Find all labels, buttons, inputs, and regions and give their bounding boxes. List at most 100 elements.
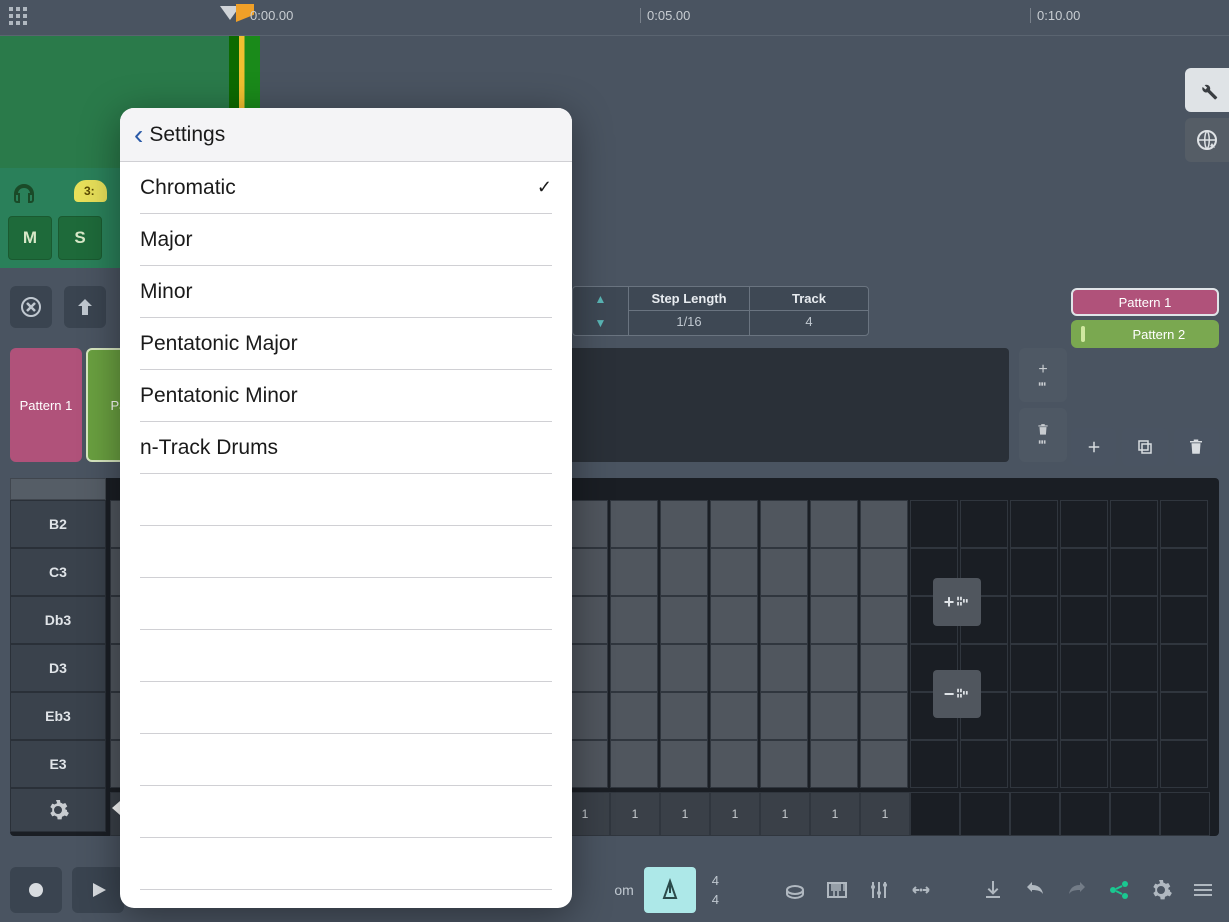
- add-button[interactable]: [1071, 428, 1116, 466]
- back-chevron-icon[interactable]: ‹: [134, 119, 143, 151]
- grid-footer-cell[interactable]: [960, 792, 1010, 836]
- grid-cell[interactable]: [1010, 596, 1058, 644]
- scale-option[interactable]: n-Track Drums: [140, 422, 552, 474]
- grid-cell[interactable]: [810, 644, 858, 692]
- grid-cell[interactable]: [710, 596, 758, 644]
- scale-option[interactable]: Pentatonic Major: [140, 318, 552, 370]
- grid-cell[interactable]: [910, 500, 958, 548]
- grid-cell[interactable]: [760, 500, 808, 548]
- grid-cell[interactable]: [610, 740, 658, 788]
- note-key[interactable]: Eb3: [10, 692, 106, 740]
- wrench-button[interactable]: [1185, 68, 1229, 112]
- settings-icon[interactable]: [1145, 878, 1177, 902]
- redo-icon[interactable]: [1061, 878, 1093, 902]
- zoom-out-button[interactable]: −: [933, 670, 981, 718]
- pattern-list-item[interactable]: Pattern 1: [1071, 288, 1219, 316]
- grid-cell[interactable]: [710, 692, 758, 740]
- grid-cell[interactable]: [960, 740, 1008, 788]
- grid-cell[interactable]: [1010, 548, 1058, 596]
- grid-footer-cell[interactable]: [910, 792, 960, 836]
- grid-icon[interactable]: [4, 2, 32, 30]
- grid-cell[interactable]: [610, 644, 658, 692]
- duplicate-button[interactable]: [1122, 428, 1167, 466]
- grid-cell[interactable]: [760, 644, 808, 692]
- grid-footer-cell[interactable]: 1: [760, 792, 810, 836]
- tempo-globe-button[interactable]: [1185, 118, 1229, 162]
- sequencer-settings-button[interactable]: [10, 788, 106, 832]
- grid-cell[interactable]: [1110, 548, 1158, 596]
- grid-cell[interactable]: [860, 740, 908, 788]
- grid-cell[interactable]: [1160, 692, 1208, 740]
- note-key[interactable]: C3: [10, 548, 106, 596]
- solo-button[interactable]: S: [58, 216, 102, 260]
- note-key[interactable]: D3: [10, 644, 106, 692]
- grid-cell[interactable]: [860, 644, 908, 692]
- grid-cell[interactable]: [610, 548, 658, 596]
- scale-option[interactable]: Pentatonic Minor: [140, 370, 552, 422]
- mixer-icon[interactable]: [863, 878, 895, 902]
- grid-footer-cell[interactable]: [1060, 792, 1110, 836]
- grid-cell[interactable]: [660, 548, 708, 596]
- grid-cell[interactable]: [610, 500, 658, 548]
- timeline-ruler[interactable]: 0:00.00 0:05.00 0:10.00: [0, 0, 1229, 36]
- grid-cell[interactable]: [810, 548, 858, 596]
- grid-footer-cell[interactable]: 1: [710, 792, 760, 836]
- grid-cell[interactable]: [860, 692, 908, 740]
- grid-cell[interactable]: [1160, 644, 1208, 692]
- grid-cell[interactable]: [1160, 500, 1208, 548]
- grid-cell[interactable]: [1060, 740, 1108, 788]
- pattern-list-item[interactable]: Pattern 2: [1071, 320, 1219, 348]
- step-length-value[interactable]: 1/16: [629, 311, 749, 332]
- grid-cell[interactable]: [1010, 500, 1058, 548]
- play-button[interactable]: [72, 867, 124, 913]
- grid-cell[interactable]: [1060, 692, 1108, 740]
- grid-cell[interactable]: [1010, 692, 1058, 740]
- scale-option[interactable]: Major: [140, 214, 552, 266]
- grid-cell[interactable]: [810, 596, 858, 644]
- share-icon[interactable]: [1103, 878, 1135, 902]
- grid-cell[interactable]: [760, 740, 808, 788]
- time-signature[interactable]: 4 4: [712, 873, 719, 907]
- note-key[interactable]: Db3: [10, 596, 106, 644]
- grid-cell[interactable]: [660, 740, 708, 788]
- grid-cell[interactable]: [760, 692, 808, 740]
- grid-cell[interactable]: [660, 644, 708, 692]
- drum-icon[interactable]: [779, 878, 811, 902]
- grid-cell[interactable]: [710, 740, 758, 788]
- delete-pattern-button[interactable]: [1019, 408, 1067, 462]
- headphone-icon[interactable]: [12, 182, 34, 204]
- grid-cell[interactable]: [1010, 740, 1058, 788]
- grid-cell[interactable]: [710, 548, 758, 596]
- grid-footer-cell[interactable]: 1: [860, 792, 910, 836]
- grid-cell[interactable]: [860, 596, 908, 644]
- grid-cell[interactable]: [1010, 644, 1058, 692]
- grid-cell[interactable]: [960, 500, 1008, 548]
- menu-icon[interactable]: [1187, 878, 1219, 902]
- grid-cell[interactable]: [860, 548, 908, 596]
- metronome-button[interactable]: [644, 867, 696, 913]
- scale-option[interactable]: Chromatic✓: [140, 162, 552, 214]
- undo-icon[interactable]: [1019, 878, 1051, 902]
- close-button[interactable]: [10, 286, 52, 328]
- piano-icon[interactable]: [821, 878, 853, 902]
- grid-cell[interactable]: [1160, 740, 1208, 788]
- grid-cell[interactable]: [1160, 548, 1208, 596]
- note-key[interactable]: B2: [10, 500, 106, 548]
- grid-cell[interactable]: [1060, 548, 1108, 596]
- note-key[interactable]: E3: [10, 740, 106, 788]
- grid-cell[interactable]: [660, 500, 708, 548]
- grid-footer-cell[interactable]: [1010, 792, 1060, 836]
- record-button[interactable]: [10, 867, 62, 913]
- resize-icon[interactable]: [905, 878, 937, 902]
- pattern-tab-1[interactable]: Pattern 1: [10, 348, 82, 462]
- grid-footer-cell[interactable]: 1: [610, 792, 660, 836]
- grid-footer-cell[interactable]: [1110, 792, 1160, 836]
- grid-cell[interactable]: [1110, 692, 1158, 740]
- grid-cell[interactable]: [810, 692, 858, 740]
- step-down-button[interactable]: ▼: [573, 311, 628, 335]
- track-value[interactable]: 4: [750, 311, 868, 332]
- grid-cell[interactable]: [1110, 644, 1158, 692]
- grid-cell[interactable]: [860, 500, 908, 548]
- grid-cell[interactable]: [1110, 596, 1158, 644]
- scale-option[interactable]: Minor: [140, 266, 552, 318]
